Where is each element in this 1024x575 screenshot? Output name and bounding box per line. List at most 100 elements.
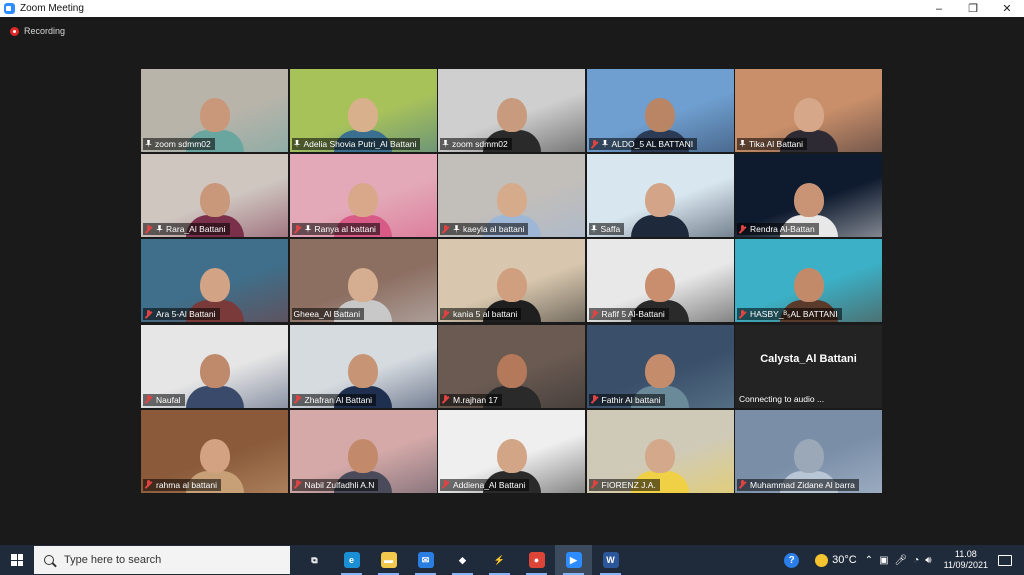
winamp-icon: ⚡ [493,554,506,565]
participant-nameplate: HASBY_ᴮ₅AL BATTANI [737,308,842,321]
participant-name: kaeyla al battani [463,224,525,235]
participant-nameplate: Rendra Al-Battan [737,223,819,236]
mic-muted-icon [591,139,598,149]
participant-tile[interactable]: Calystа_Al Battani Connecting to audio ..… [735,324,882,408]
participant-name: Gheea_Al Battani [293,309,361,320]
recording-icon [10,26,19,36]
participant-nameplate: Addiena_Al Battani [440,478,530,491]
taskbar-app-button[interactable]: ⚡ [481,545,518,575]
participant-name: Fathir Al battani [601,394,661,405]
clock[interactable]: 11.08 11/09/2021 [944,549,988,571]
microphone-icon[interactable]: 🎤︎ [895,555,908,566]
restore-button[interactable]: ❐ [956,0,990,17]
window-title: Zoom Meeting [20,3,84,14]
participant-name: Naufal [156,394,181,405]
network-icon[interactable]: ▣ [879,555,888,566]
participant-tile[interactable]: Nabil Zulfadhli A.N [289,409,437,493]
taskbar-app-button[interactable]: ✉ [407,545,444,575]
recording-label: Recording [24,26,66,36]
volume-icon[interactable]: 🔊︎ [925,555,931,566]
mic-muted-icon [591,309,598,319]
participant-tile[interactable]: zoom sdmm02 [438,69,585,152]
participant-name: kania 5 al battani [453,309,518,320]
taskbar-app-button[interactable]: W [592,545,629,575]
mic-muted-icon [739,224,746,234]
close-button[interactable]: ✕ [990,0,1024,17]
participant-tile[interactable]: Rendra Al-Battan [735,154,882,238]
pin-icon [293,140,301,148]
taskbar-app-button[interactable]: ▶ [555,545,592,575]
participant-tile[interactable]: Gheea_Al Battani [289,239,437,323]
participant-tile[interactable]: Zhafran Al Battani [289,324,437,408]
participant-tile[interactable]: kaeyla al battani [438,154,585,238]
pin-icon [304,225,312,234]
mic-muted-icon [294,480,301,489]
participant-tile[interactable]: Rara_Al Battani [141,154,288,238]
participant-tile[interactable]: zoom sdmm02 [141,69,288,152]
participant-name: ALDO_5 AL BATTANI [611,139,694,149]
taskbar-app-button[interactable]: ● [518,545,555,575]
participant-tile[interactable]: HASBY_ᴮ₅AL BATTANI [735,239,882,323]
participant-nameplate: zoom sdmm02 [440,138,512,150]
mic-muted-icon [739,309,746,319]
participant-nameplate: Naufal [143,393,185,406]
participant-tile[interactable]: Ranya al battani [289,154,437,238]
participant-tile[interactable]: ALDO_5 AL BATTANI [586,69,734,152]
participant-tile[interactable]: kania 5 al battani [438,239,585,323]
participant-name: Ara 5-Al Battani [156,309,216,320]
participant-tile[interactable]: Tika Al Battani [735,69,882,152]
participant-nameplate: kaeyla al battani [440,223,529,236]
mail-icon: ✉ [417,552,434,568]
minimize-button[interactable]: – [922,0,956,17]
participant-nameplate: Saffa [588,223,625,236]
participant-nameplate: Tika Al Battani [737,138,808,150]
file-explorer-icon: ▬ [380,552,397,568]
taskbar-app-button[interactable]: ▬ [370,545,407,575]
participant-name: Tika Al Battani [749,139,804,149]
participant-tile[interactable]: Naufal [141,324,288,408]
participant-tile[interactable]: Addiena_Al Battani [438,409,585,493]
participant-nameplate: Rafif 5 Al-Battani [588,308,669,321]
mic-muted-icon [442,480,449,489]
participant-tile[interactable]: Muhammad Zidane Al barra [735,409,882,493]
participant-tile[interactable]: rahma al battani [141,409,288,493]
participant-tile[interactable]: Saffa [586,154,734,238]
participant-name: rahma al battani [156,479,217,490]
participant-tile[interactable]: Ara 5-Al Battani [141,239,288,323]
mic-muted-icon [442,395,449,404]
taskbar-app-button[interactable]: e [333,545,370,575]
temperature[interactable]: 30°C [832,554,857,566]
weather-icon[interactable] [815,553,829,567]
system-tray: ? 30°C ⌃ ▣ 🎤︎ ◔ 🔊︎ 11.08 11/09/2021 [784,545,1024,575]
taskbar-search[interactable]: Type here to search [34,546,290,574]
participant-name: FIORENZ J.A. [601,479,656,490]
participant-nameplate: ALDO_5 AL BATTANI [588,138,698,150]
wifi-icon[interactable]: ◔ [913,555,919,566]
notifications-icon[interactable] [998,554,1012,566]
participant-tile[interactable]: Adelia Shovia Putri_Al Battani [289,69,437,152]
task-view-icon: ⧉ [311,554,318,565]
participant-name: Nabil Zulfadhli A.N [304,479,375,490]
taskbar-app-button[interactable]: ◆ [444,545,481,575]
participant-tile[interactable]: FIORENZ J.A. [586,409,734,493]
mic-muted-icon [294,224,301,234]
participant-name: Zhafran Al Battani [304,394,373,405]
participant-name: Adelia Shovia Putri_Al Battani [303,139,417,149]
chrome-icon: ● [528,552,545,568]
taskbar-app-button[interactable]: ⧉ [296,545,333,575]
participant-tile[interactable]: Rafif 5 Al-Battani [586,239,734,323]
start-button[interactable] [0,545,34,575]
participant-tile[interactable]: Fathir Al battani [586,324,734,408]
participant-name: Rafif 5 Al-Battani [601,309,665,320]
zoom-logo-icon [4,3,15,14]
show-hidden-icons-icon[interactable]: ⌃ [865,555,873,566]
participant-tile[interactable]: M.rajhan 17 [438,324,585,408]
help-icon[interactable]: ? [784,552,800,568]
participant-nameplate: Muhammad Zidane Al barra [737,478,859,491]
recording-indicator[interactable]: Recording [10,26,65,36]
pin-icon [590,225,598,234]
mic-muted-icon [442,224,449,234]
clock-time: 11.08 [954,549,977,559]
mic-muted-icon [591,480,598,489]
participant-name: Muhammad Zidane Al barra [750,479,855,490]
